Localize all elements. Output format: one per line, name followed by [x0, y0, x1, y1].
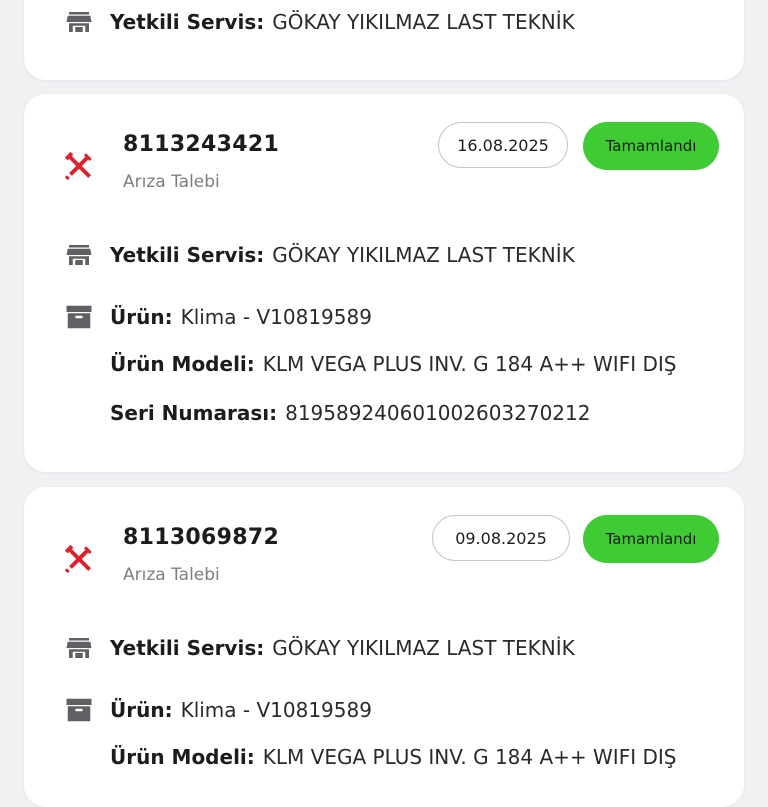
service-request-card[interactable]: 8113243421 Arıza Talebi 16.08.2025 Tamam…: [24, 94, 744, 472]
product-value: Klima - V10819589: [180, 305, 372, 329]
store-icon: [66, 12, 92, 32]
service-value: GÖKAY YIKILMAZ LAST TEKNİK: [272, 10, 575, 34]
status-badge: Tamamlandı: [583, 515, 719, 563]
product-label: Ürün:: [110, 698, 173, 722]
archive-box-icon: [66, 698, 92, 722]
serial-value: 81958924060100260327021​2: [285, 401, 591, 425]
product-row: Ürün: Klima - V10819589: [64, 695, 372, 725]
tools-icon: [64, 544, 92, 574]
ticket-number: 8113243421: [123, 132, 280, 157]
date-badge: 16.08.2025: [438, 122, 568, 168]
service-request-card[interactable]: Yetkili Servis: GÖKAY YIKILMAZ LAST TEKN…: [24, 0, 744, 80]
model-value: KLM VEGA PLUS INV. G 184 A++ WIFI DIŞ: [262, 745, 677, 769]
service-row: Yetkili Servis: GÖKAY YIKILMAZ LAST TEKN…: [64, 633, 575, 663]
model-label: Ürün Modeli:: [110, 352, 255, 376]
tools-icon: [64, 151, 92, 181]
service-label: Yetkili Servis:: [110, 10, 265, 34]
serial-label: Seri Numarası:: [110, 401, 278, 425]
ticket-type: Arıza Talebi: [123, 172, 220, 192]
service-request-card[interactable]: 8113069872 Arıza Talebi 09.08.2025 Tamam…: [24, 487, 744, 807]
date-badge: 09.08.2025: [432, 515, 570, 561]
service-label: Yetkili Servis:: [110, 636, 265, 660]
ticket-number: 8113069872: [123, 525, 280, 550]
model-row: Ürün Modeli: KLM VEGA PLUS INV. G 184 A+…: [110, 745, 676, 769]
archive-box-icon: [66, 305, 92, 329]
status-badge: Tamamlandı: [583, 122, 719, 170]
service-label: Yetkili Servis:: [110, 243, 265, 267]
product-label: Ürün:: [110, 305, 173, 329]
service-row: Yetkili Servis: GÖKAY YIKILMAZ LAST TEKN…: [64, 240, 575, 270]
product-row: Ürün: Klima - V10819589: [64, 302, 372, 332]
ticket-type: Arıza Talebi: [123, 565, 220, 585]
service-value: GÖKAY YIKILMAZ LAST TEKNİK: [272, 243, 575, 267]
service-row: Yetkili Servis: GÖKAY YIKILMAZ LAST TEKN…: [64, 7, 575, 37]
model-label: Ürün Modeli:: [110, 745, 255, 769]
model-row: Ürün Modeli: KLM VEGA PLUS INV. G 184 A+…: [110, 352, 676, 376]
product-value: Klima - V10819589: [180, 698, 372, 722]
service-value: GÖKAY YIKILMAZ LAST TEKNİK: [272, 636, 575, 660]
store-icon: [66, 638, 92, 658]
store-icon: [66, 245, 92, 265]
model-value: KLM VEGA PLUS INV. G 184 A++ WIFI DIŞ: [262, 352, 677, 376]
serial-row: Seri Numarası: 81958924060100260327021​2: [110, 401, 590, 425]
